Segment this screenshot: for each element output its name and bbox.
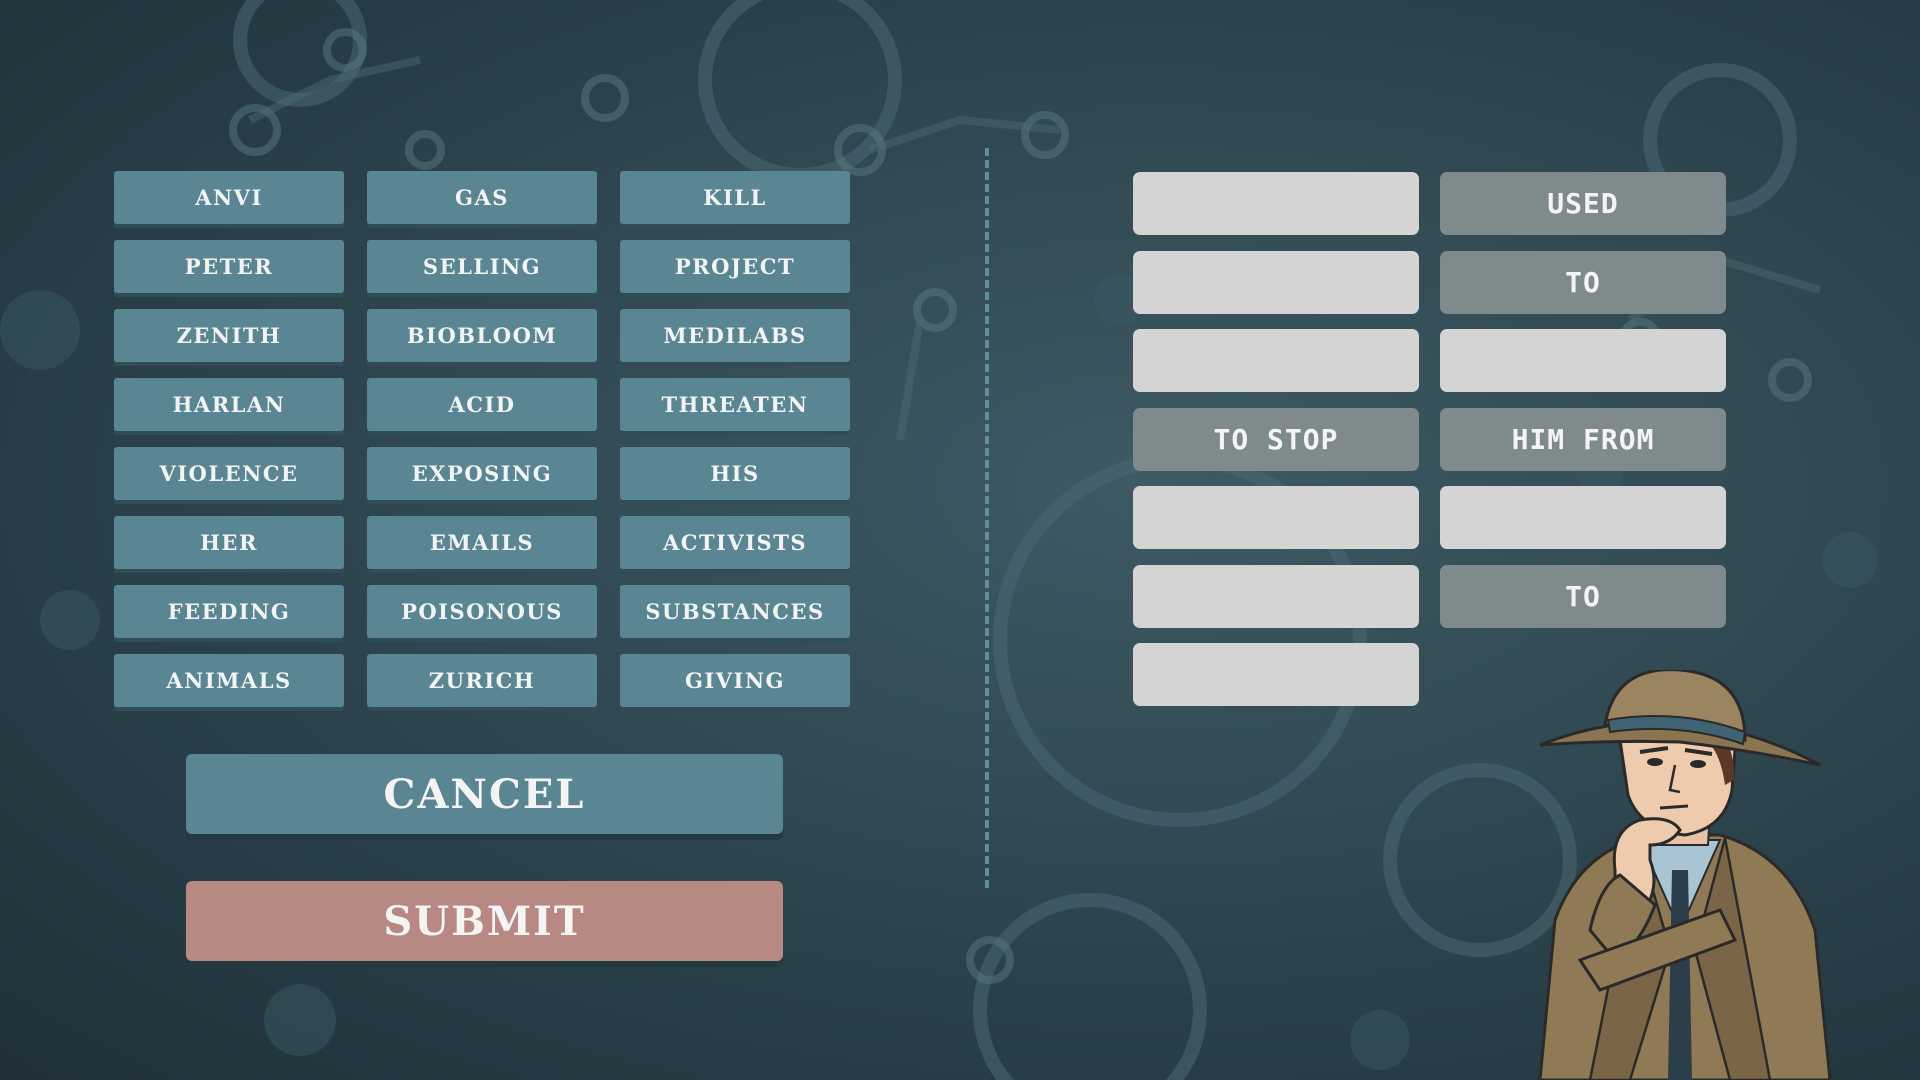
word-tile[interactable]: HER xyxy=(114,516,344,569)
word-tile[interactable]: FEEDING xyxy=(114,585,344,638)
word-tile[interactable]: SUBSTANCES xyxy=(620,585,850,638)
word-tile[interactable]: ACTIVISTS xyxy=(620,516,850,569)
sentence-word[interactable]: USED xyxy=(1440,172,1726,235)
word-tile[interactable]: KILL xyxy=(620,171,850,224)
cancel-button[interactable]: CANCEL xyxy=(186,754,783,834)
word-tile[interactable]: ZENITH xyxy=(114,309,344,362)
word-tile[interactable]: MEDILABS xyxy=(620,309,850,362)
sentence-word[interactable]: TO xyxy=(1440,250,1726,314)
empty-slot[interactable] xyxy=(1133,643,1419,706)
word-tile[interactable]: ACID xyxy=(367,378,597,431)
word-tile[interactable]: EMAILS xyxy=(367,516,597,569)
empty-slot[interactable] xyxy=(1133,172,1419,235)
empty-slot[interactable] xyxy=(1133,486,1419,549)
word-tile[interactable]: HARLAN xyxy=(114,378,344,431)
word-tile[interactable]: VIOLENCE xyxy=(114,447,344,500)
word-bank: ANVI GAS KILL PETER SELLING PROJECT ZENITH BIOB… xyxy=(114,171,854,711)
word-tile[interactable]: HIS xyxy=(620,447,850,500)
word-tile[interactable]: ANVI xyxy=(114,171,344,224)
word-tile[interactable]: PROJECT xyxy=(620,240,850,293)
word-tile[interactable]: EXPOSING xyxy=(367,447,597,500)
empty-slot[interactable] xyxy=(1133,564,1419,628)
word-tile[interactable]: BIOBLOOM xyxy=(367,309,597,362)
sentence-word[interactable]: TO xyxy=(1440,564,1726,628)
word-tile[interactable]: POISONOUS xyxy=(367,585,597,638)
empty-slot[interactable] xyxy=(1440,329,1726,392)
word-tile[interactable]: PETER xyxy=(114,240,344,293)
empty-slot[interactable] xyxy=(1133,329,1419,392)
detective-thinking-icon xyxy=(1538,670,1832,1080)
submit-button[interactable]: SUBMIT xyxy=(186,881,783,961)
word-tile[interactable]: GAS xyxy=(367,171,597,224)
divider xyxy=(985,148,989,888)
word-tile[interactable]: SELLING xyxy=(367,240,597,293)
word-tile[interactable]: THREATEN xyxy=(620,378,850,431)
sentence-word[interactable]: TO STOP xyxy=(1133,407,1419,471)
sentence-word[interactable]: HIM FROM xyxy=(1440,407,1726,471)
word-tile[interactable]: ANIMALS xyxy=(114,654,344,707)
word-tile[interactable]: GIVING xyxy=(620,654,850,707)
empty-slot[interactable] xyxy=(1133,250,1419,314)
empty-slot[interactable] xyxy=(1440,486,1726,549)
word-tile[interactable]: ZURICH xyxy=(367,654,597,707)
